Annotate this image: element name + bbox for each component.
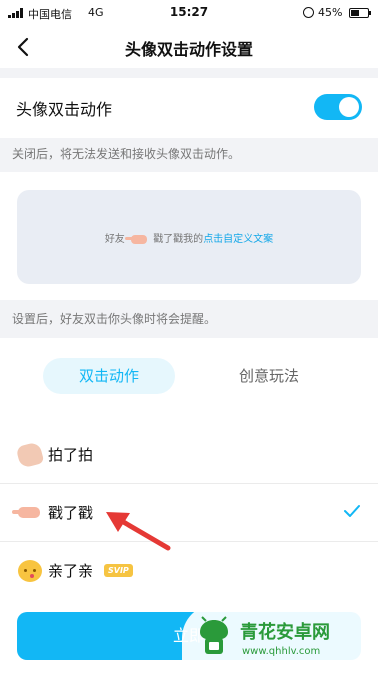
status-bar: 中国电信 4G 15:27 45% bbox=[0, 0, 378, 26]
tab-creative-play[interactable]: 创意玩法 bbox=[210, 358, 328, 394]
double-tap-toggle[interactable] bbox=[314, 94, 362, 120]
action-label: 戳了戳 bbox=[48, 504, 94, 522]
svip-badge: SVIP bbox=[104, 564, 133, 577]
watermark-url: www.qhhlv.com bbox=[242, 646, 321, 657]
site-watermark: 青花安卓网 www.qhhlv.com bbox=[182, 604, 378, 673]
nav-bar: 头像双击动作设置 bbox=[0, 26, 378, 68]
preview-prefix: 好友 bbox=[104, 234, 125, 245]
preview-card: 好友 戳了戳我的点击自定义文案 bbox=[17, 190, 361, 284]
battery-percent: 45% bbox=[318, 6, 343, 19]
double-tap-toggle-row: 头像双击动作 bbox=[0, 78, 378, 138]
page-title: 头像双击动作设置 bbox=[124, 40, 253, 59]
pointing-hand-icon bbox=[125, 234, 147, 244]
battery-icon bbox=[349, 8, 371, 18]
action-label: 拍了拍 bbox=[48, 446, 94, 464]
tab-double-tap-action[interactable]: 双击动作 bbox=[43, 358, 175, 394]
preview-middle: 戳了戳我的 bbox=[153, 234, 204, 245]
preview-section: 好友 戳了戳我的点击自定义文案 bbox=[0, 172, 378, 300]
annotation-arrow-icon bbox=[106, 512, 171, 551]
action-row-pat[interactable]: 拍了拍 bbox=[0, 426, 378, 484]
watermark-logo-icon bbox=[200, 616, 228, 654]
action-label: 亲了亲 bbox=[48, 562, 94, 580]
action-row-kiss[interactable]: 亲了亲 SVIP bbox=[0, 542, 378, 600]
toggle-label: 头像双击动作 bbox=[16, 100, 113, 119]
setting-hint: 设置后，好友双击你头像时将会提醒。 bbox=[12, 312, 217, 326]
action-row-poke[interactable]: 戳了戳 bbox=[0, 484, 378, 542]
preview-message: 好友 戳了戳我的点击自定义文案 bbox=[17, 230, 361, 245]
check-icon bbox=[344, 505, 360, 517]
kissing-face-icon bbox=[18, 560, 42, 582]
pointing-hand-icon bbox=[12, 507, 40, 518]
waving-hand-icon bbox=[15, 441, 45, 469]
watermark-title: 青花安卓网 bbox=[240, 622, 330, 643]
custom-text-link[interactable]: 点击自定义文案 bbox=[203, 234, 273, 245]
toggle-knob bbox=[339, 97, 359, 117]
toggle-hint: 关闭后，将无法发送和接收头像双击动作。 bbox=[12, 147, 241, 161]
rotation-lock-icon bbox=[303, 7, 314, 18]
